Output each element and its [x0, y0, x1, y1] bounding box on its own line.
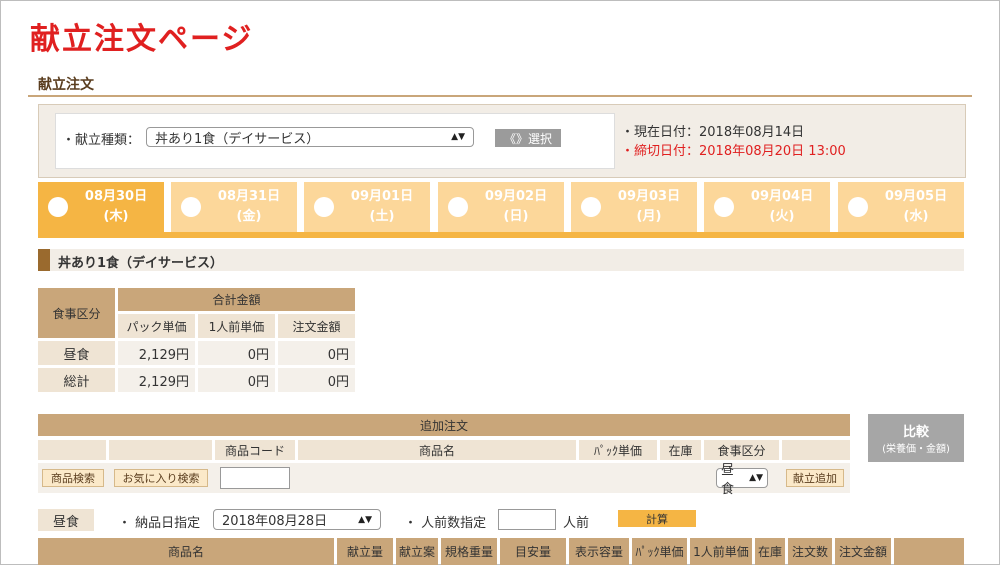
items-header: 献立量 [337, 538, 393, 565]
section-title: 献立注文 [38, 77, 94, 93]
date-tab[interactable]: 09月02日 (日) [438, 182, 564, 232]
tab-dow: (月) [636, 209, 662, 224]
tab-date: 09月02日 [484, 189, 548, 204]
calculate-button[interactable]: 計算 [618, 510, 696, 527]
add-order-header: 商品名 [298, 440, 576, 460]
tab-radio-icon [181, 197, 201, 217]
product-search-button[interactable]: 商品検索 [42, 469, 104, 487]
tab-radio-icon [48, 197, 68, 217]
add-order-header: 食事区分 [704, 440, 779, 460]
items-header: 商品名 [38, 538, 334, 565]
sub-header: パック単価 [118, 314, 195, 338]
items-header: 1人前単価 [690, 538, 752, 565]
items-header: 注文数 [788, 538, 832, 565]
add-order-title: 追加注文 [38, 414, 850, 436]
people-count-label: ・ 人前数指定 [404, 516, 487, 531]
select-arrow-icon: ▲▼ [451, 132, 465, 142]
tab-dow: (木) [103, 209, 129, 224]
date-tab[interactable]: 08月30日 (木) [38, 182, 164, 232]
compare-button[interactable]: 比較 (栄養価・金額) [868, 414, 964, 462]
date-tab[interactable]: 08月31日 (金) [171, 182, 297, 232]
summary-cell: 2,129円 [118, 368, 195, 392]
tabs-underline [38, 232, 964, 238]
select-arrow-icon: ▲▼ [749, 473, 763, 483]
select-arrow-icon: ▲▼ [358, 514, 372, 525]
date-tab[interactable]: 09月05日 (水) [838, 182, 964, 232]
current-date: ・現在日付：2018年08月14日 [621, 125, 805, 140]
tab-date: 09月04日 [750, 189, 814, 204]
menu-type-select[interactable]: 丼あり1食（デイサービス） ▲▼ [146, 127, 474, 147]
deadline-date: ・締切日付：2018年08月20日 13:00 [621, 144, 846, 159]
add-order-header-blank [109, 440, 212, 460]
compare-sub-label: (栄養価・金額) [882, 444, 950, 455]
heading-marker [38, 249, 50, 271]
col-meal-type: 食事区分 [38, 288, 115, 338]
delivery-date-label: ・ 納品日指定 [118, 516, 201, 531]
items-header: 表示容量 [569, 538, 629, 565]
select-button[interactable]: 《》選択 [495, 129, 561, 147]
items-header: 注文金額 [835, 538, 891, 565]
summary-row-label: 昼食 [38, 341, 115, 365]
tab-dow: (水) [903, 209, 929, 224]
section-divider [28, 95, 972, 97]
delivery-date-select[interactable]: 2018年08月28日 ▲▼ [213, 509, 381, 530]
menu-heading-text: 丼あり1食（デイサービス） [58, 256, 224, 271]
tab-date: 08月30日 [84, 189, 148, 204]
people-count-input[interactable] [498, 509, 556, 530]
items-header: ﾊﾟｯｸ単価 [632, 538, 687, 565]
date-tab[interactable]: 09月04日 (火) [704, 182, 830, 232]
add-order-header: 在庫 [660, 440, 701, 460]
tab-radio-icon [714, 197, 734, 217]
tab-dow: (日) [503, 209, 529, 224]
items-header: 目安量 [500, 538, 566, 565]
summary-cell: 0円 [198, 341, 275, 365]
tab-date: 08月31日 [217, 189, 281, 204]
meal-type-value: 昼食 [721, 463, 735, 497]
date-tabs: 08月30日 (木) 08月31日 (金) 09月01日 (土) 09月02日 (日) … [38, 182, 964, 238]
product-code-input[interactable] [220, 467, 290, 489]
menu-type-value: 丼あり1食（デイサービス） [155, 131, 320, 147]
tab-radio-icon [848, 197, 868, 217]
add-menu-button[interactable]: 献立追加 [786, 469, 844, 487]
summary-cell: 0円 [278, 341, 355, 365]
tab-date: 09月01日 [350, 189, 414, 204]
sub-header: 注文金額 [278, 314, 355, 338]
tab-date: 09月05日 [884, 189, 948, 204]
tab-date: 09月03日 [617, 189, 681, 204]
compare-label: 比較 [902, 425, 929, 440]
people-unit: 人前 [563, 516, 590, 531]
col-total-amount: 合計金額 [118, 288, 355, 311]
date-tab[interactable]: 09月01日 (土) [304, 182, 430, 232]
menu-heading: 丼あり1食（デイサービス） [38, 249, 964, 271]
add-order-header: ﾊﾟｯｸ単価 [579, 440, 657, 460]
items-header: 在庫 [755, 538, 785, 565]
favorite-search-button[interactable]: お気に入り検索 [114, 469, 208, 487]
summary-cell: 2,129円 [118, 341, 195, 365]
tab-radio-icon [448, 197, 468, 217]
items-header: 規格重量 [441, 538, 497, 565]
add-order-header-blank [38, 440, 106, 460]
summary-row-label: 総計 [38, 368, 115, 392]
page-title: 献立注文ページ [30, 22, 254, 57]
summary-cell: 0円 [278, 368, 355, 392]
tab-dow: (土) [369, 209, 395, 224]
summary-cell: 0円 [198, 368, 275, 392]
tab-radio-icon [581, 197, 601, 217]
meal-type-select[interactable]: 昼食 ▲▼ [716, 463, 768, 497]
meal-tag: 昼食 [38, 509, 94, 531]
tab-dow: (火) [769, 209, 795, 224]
delivery-date-value: 2018年08月28日 [222, 514, 328, 529]
add-order-header: 商品コード [215, 440, 295, 460]
sub-header: 1人前単価 [198, 314, 275, 338]
items-header-blank [894, 538, 964, 565]
items-header: 献立案 [396, 538, 438, 565]
tab-radio-icon [314, 197, 334, 217]
date-tab[interactable]: 09月03日 (月) [571, 182, 697, 232]
add-order-header-blank [782, 440, 850, 460]
tab-dow: (金) [236, 209, 262, 224]
menu-type-label: ・献立種類： [62, 133, 141, 148]
